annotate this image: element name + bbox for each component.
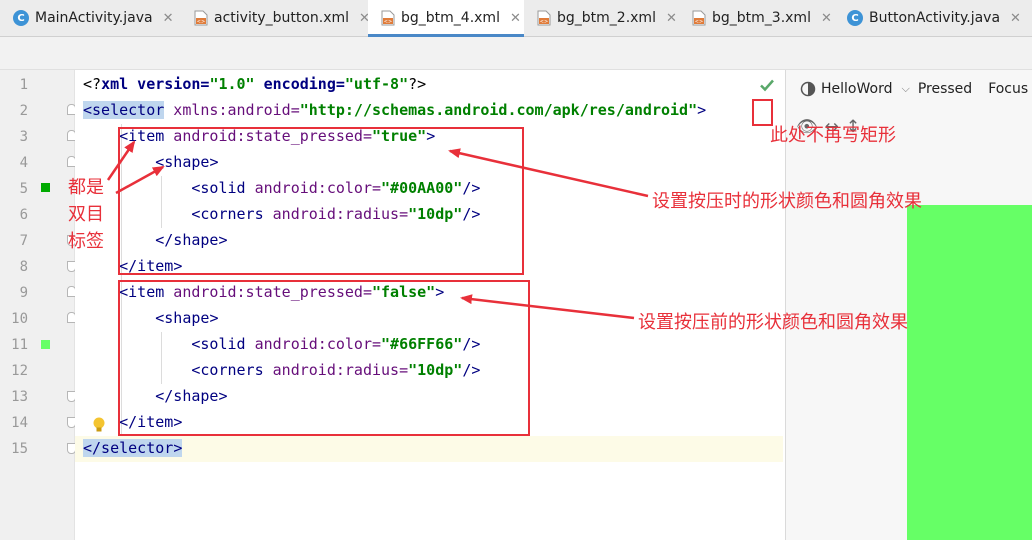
tab-buttonactivity[interactable]: C ButtonActivity.java ✕ <box>834 0 1032 36</box>
annotation-no-rect: 此处不再写矩形 <box>770 125 896 146</box>
java-class-icon: C <box>13 10 29 26</box>
token: encoding= <box>254 75 345 93</box>
line-number: 13 <box>11 389 28 405</box>
annotation-double-tag-2: 双目 <box>68 204 104 225</box>
token: "1.0" <box>209 75 255 93</box>
token: xmlns:android= <box>164 101 300 119</box>
annotation-box-pressed-item <box>118 127 524 275</box>
tab-bg-btm-4[interactable]: <> bg_btm_4.xml ✕ <box>368 0 524 37</box>
tab-activity-button[interactable]: <> activity_button.xml ✕ <box>181 0 370 36</box>
shape-preview <box>907 205 1032 540</box>
lightbulb-icon[interactable] <box>91 416 107 434</box>
tab-bg-btm-2[interactable]: <> bg_btm_2.xml ✕ <box>524 0 679 36</box>
token: "http://schemas.android.com/apk/res/andr… <box>299 101 698 119</box>
annotation-double-tag-1: 都是 <box>68 177 104 198</box>
preview-toolbar: HelloWord ⌵ Pressed Focus <box>786 70 1032 108</box>
code-line-1[interactable]: <?xml version="1.0" encoding="utf-8"?> <box>83 71 426 97</box>
line-number: 10 <box>11 311 28 327</box>
token: version= <box>128 75 210 93</box>
line-number: 12 <box>11 363 28 379</box>
svg-text:<>: <> <box>540 19 548 25</box>
inspection-ok-icon[interactable] <box>759 77 775 93</box>
line-number: 5 <box>19 181 28 197</box>
line-number: 11 <box>11 337 28 353</box>
theme-toggle-icon[interactable] <box>800 81 816 97</box>
svg-text:<>: <> <box>197 19 205 25</box>
tab-label: bg_btm_2.xml <box>557 10 656 26</box>
svg-text:<>: <> <box>384 19 392 25</box>
tab-label: activity_button.xml <box>214 10 350 26</box>
editor-toolbar-strip <box>0 37 1032 70</box>
close-icon[interactable]: ✕ <box>510 11 521 26</box>
tab-label: ButtonActivity.java <box>869 10 1001 26</box>
editor-tab-bar: C MainActivity.java ✕ <> activity_button… <box>0 0 1032 37</box>
color-swatch-normal[interactable] <box>41 340 50 349</box>
xml-file-icon: <> <box>692 10 706 26</box>
tab-label: bg_btm_3.xml <box>712 10 811 26</box>
token: xml <box>101 75 129 93</box>
tab-mainactivity[interactable]: C MainActivity.java ✕ <box>0 0 181 36</box>
close-icon[interactable]: ✕ <box>163 11 174 26</box>
line-number: 14 <box>11 415 28 431</box>
color-swatch-pressed[interactable] <box>41 183 50 192</box>
code-line-15[interactable]: </selector> <box>83 435 183 461</box>
line-number: 7 <box>19 233 28 249</box>
close-icon[interactable]: ✕ <box>666 11 677 26</box>
tab-label: bg_btm_4.xml <box>401 10 500 26</box>
state-pressed-label[interactable]: Pressed <box>918 81 972 97</box>
annotation-unpressed-note: 设置按压前的形状颜色和圆角效果 <box>638 312 908 333</box>
token: > <box>697 101 707 119</box>
token: ?> <box>408 75 427 93</box>
java-class-icon: C <box>847 10 863 26</box>
line-number: 15 <box>11 441 28 457</box>
xml-file-icon: <> <box>194 10 208 26</box>
token: > <box>173 439 183 457</box>
close-icon[interactable]: ✕ <box>1010 11 1021 26</box>
line-number: 9 <box>19 285 28 301</box>
token: </selector <box>83 439 174 457</box>
xml-file-icon: <> <box>381 10 395 26</box>
annotation-double-tag-3: 标签 <box>68 231 104 252</box>
token: "utf-8" <box>344 75 409 93</box>
line-number: 4 <box>19 155 28 171</box>
annotation-pressed-note: 设置按压时的形状颜色和圆角效果 <box>652 191 922 212</box>
annotation-box-normal-item <box>118 280 530 436</box>
tab-label: MainActivity.java <box>35 10 153 26</box>
chevron-down-icon[interactable]: ⌵ <box>901 82 909 96</box>
line-number: 1 <box>19 77 28 93</box>
close-icon[interactable]: ✕ <box>821 11 832 26</box>
token: <selector <box>83 101 165 119</box>
svg-text:<>: <> <box>695 19 703 25</box>
device-label[interactable]: HelloWord <box>821 81 892 97</box>
line-number: 6 <box>19 207 28 223</box>
token: <? <box>83 75 102 93</box>
line-number: 8 <box>19 259 28 275</box>
line-number: 2 <box>19 103 28 119</box>
code-line-2[interactable]: <selector xmlns:android="http://schemas.… <box>83 97 706 123</box>
state-focus-label[interactable]: Focus <box>988 81 1028 97</box>
tab-bg-btm-3[interactable]: <> bg_btm_3.xml ✕ <box>679 0 834 36</box>
line-number: 3 <box>19 129 28 145</box>
xml-file-icon: <> <box>537 10 551 26</box>
annotation-box-selector-end <box>752 99 773 126</box>
